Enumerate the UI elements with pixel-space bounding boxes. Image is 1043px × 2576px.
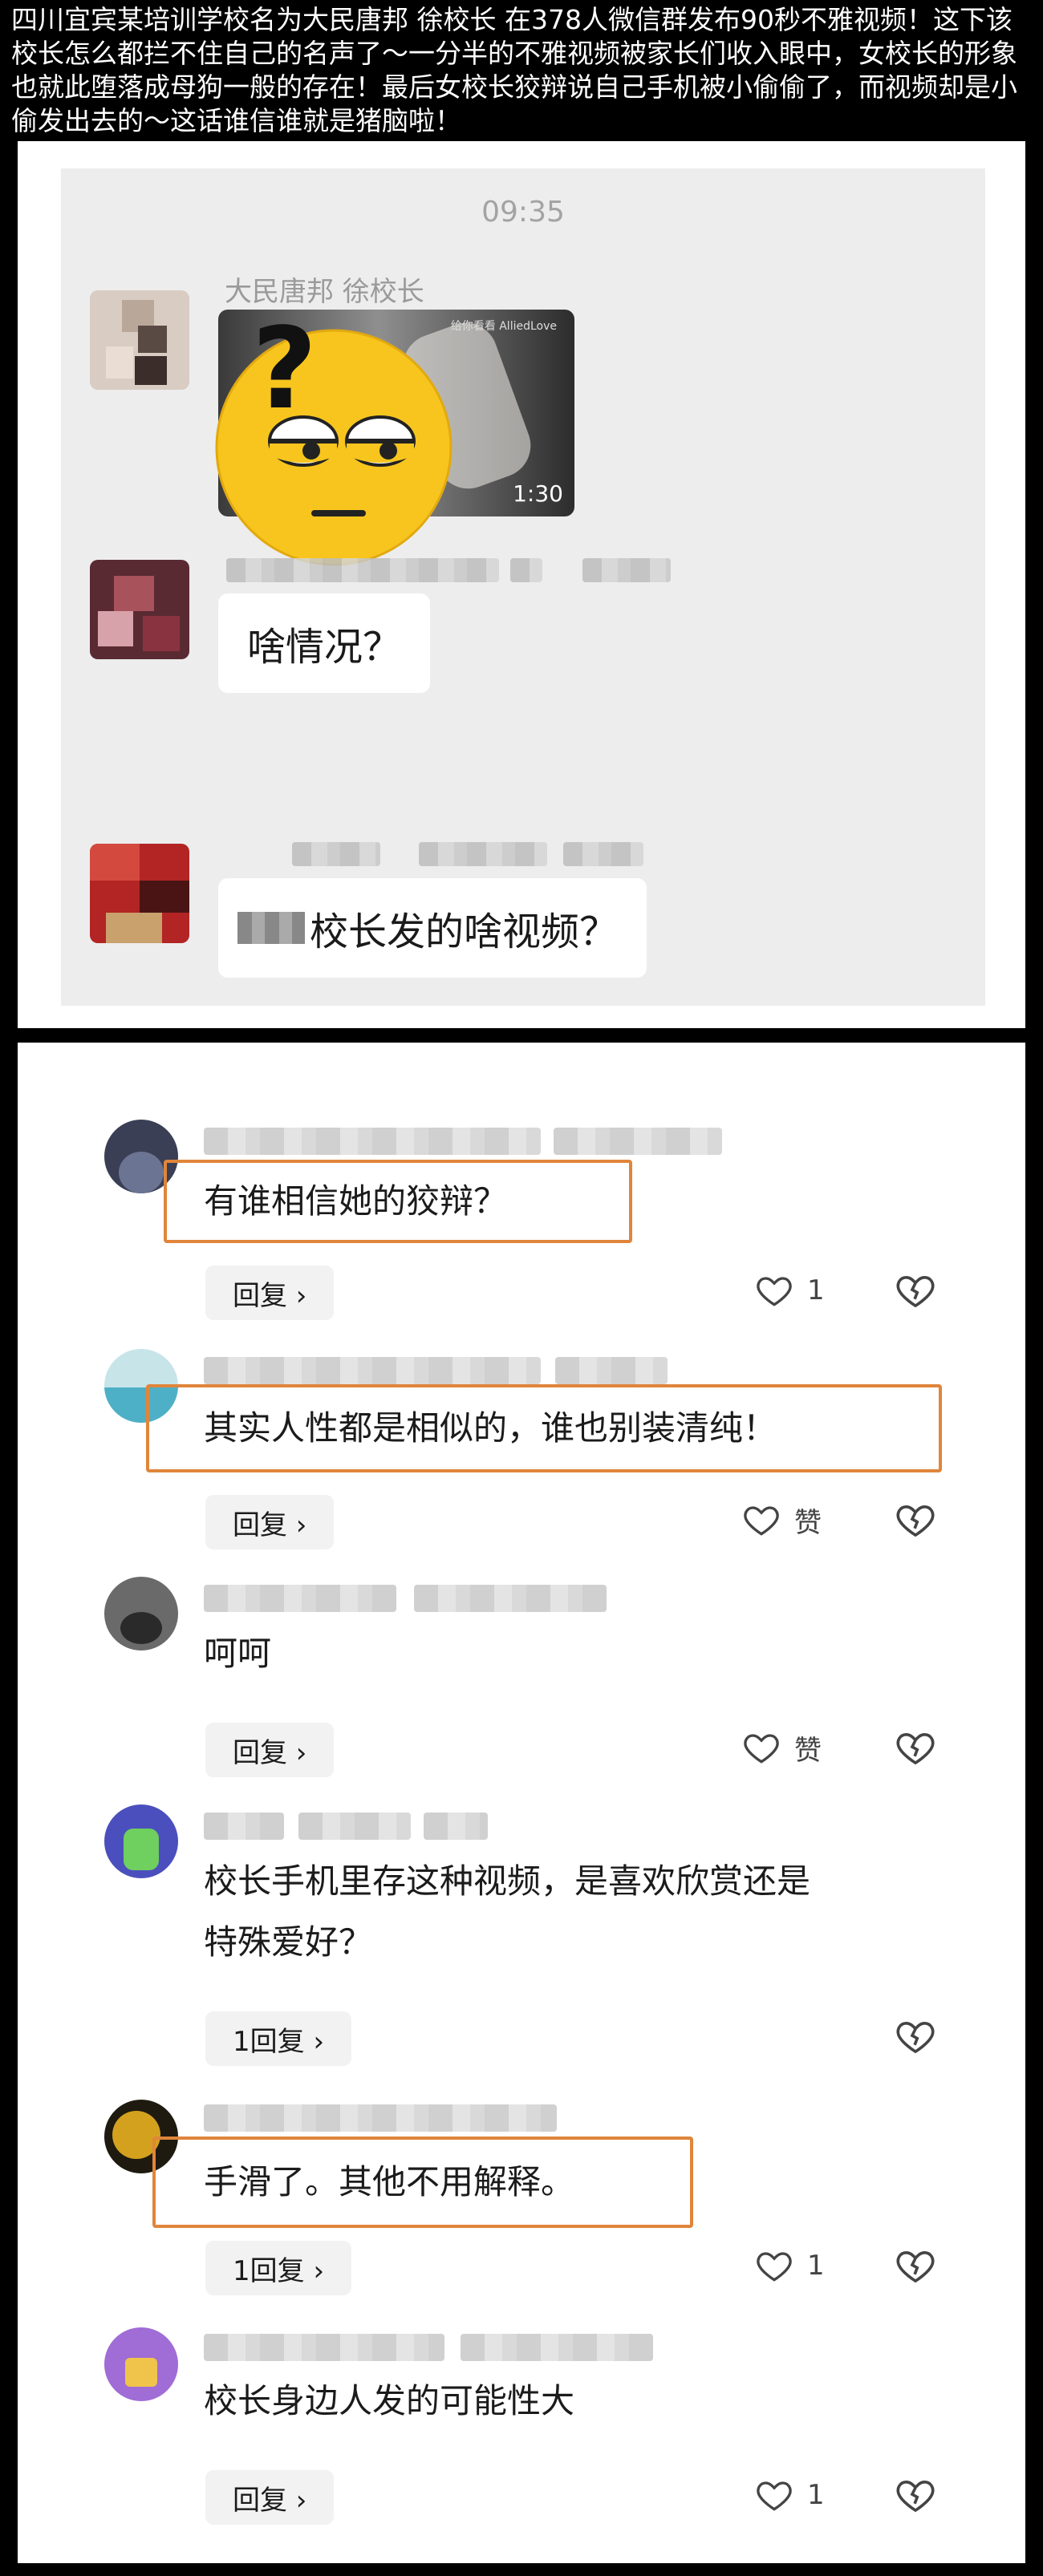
chat-bubble-text: 校长发的啥视频？ [310, 909, 619, 954]
blurred-username [554, 1128, 722, 1155]
blurred-username [414, 1585, 607, 1612]
reply-button[interactable]: 回复 › [205, 1495, 335, 1549]
comment-text: 其实人性都是相似的，谁也别装清纯！ [204, 1408, 777, 1448]
blurred-username [555, 1357, 668, 1384]
question-mark-emoji-icon: ? [215, 313, 453, 566]
like-count: 赞 [794, 1506, 822, 1539]
comment-text: 手滑了。其他不用解释。 [204, 2162, 575, 2201]
broken-heart-icon[interactable] [894, 1726, 937, 1769]
blurred-name [237, 912, 305, 944]
blurred-username [298, 1813, 411, 1840]
reply-button[interactable]: 回复 › [205, 1266, 335, 1320]
broken-heart-icon[interactable] [894, 2015, 937, 2058]
reply-button[interactable]: 1回复 › [205, 2011, 352, 2066]
reply-button[interactable]: 回复 › [205, 2470, 335, 2525]
broken-heart-icon[interactable] [894, 1498, 937, 1541]
chat-bubble: 校长发的啥视频？ [218, 878, 647, 978]
blurred-sender-name [563, 842, 643, 866]
comment-text: 呵呵 [204, 1634, 272, 1673]
chat-screenshot-panel: 09:35 大民唐邦 徐校长 给你看看 AlliedLove 1:30 ? 啥情… [18, 141, 1025, 1028]
blurred-username [204, 1813, 284, 1840]
broken-heart-icon[interactable] [894, 2244, 937, 2287]
sender-name: 大民唐邦 徐校长 [225, 276, 424, 308]
broken-heart-icon[interactable] [894, 1269, 937, 1312]
blurred-sender-name [510, 558, 542, 582]
blurred-username [204, 2104, 557, 2132]
like-button[interactable]: 赞 [741, 1500, 822, 1540]
comment-text: 校长手机里存这种视频，是喜欢欣赏还是 [204, 1861, 811, 1901]
heart-icon [744, 1506, 779, 1536]
avatar [90, 844, 189, 943]
video-duration: 1:30 [513, 480, 563, 507]
like-count: 赞 [794, 1734, 822, 1767]
commenter-avatar [104, 1577, 178, 1651]
like-count: 1 [807, 1274, 825, 1306]
comment-text: 校长身边人发的可能性大 [204, 2381, 575, 2420]
blurred-sender-name [292, 842, 380, 866]
blurred-sender-name [226, 558, 499, 582]
like-button[interactable]: 赞 [741, 1727, 822, 1768]
chat-window: 09:35 大民唐邦 徐校长 给你看看 AlliedLove 1:30 ? 啥情… [61, 168, 985, 1006]
headline: 四川宜宾某培训学校名为大民唐邦 徐校长 在378人微信群发布90秒不雅视频！这下… [11, 4, 1017, 136]
video-caption: 给你看看 AlliedLove [450, 320, 557, 333]
blurred-username [461, 2334, 653, 2361]
chat-time: 09:35 [481, 196, 565, 229]
commenter-avatar [104, 1804, 178, 1878]
blurred-username [204, 1128, 541, 1155]
blurred-username [204, 2334, 444, 2361]
heart-icon [757, 2252, 792, 2282]
broken-heart-icon[interactable] [894, 2473, 937, 2517]
comment-text: 有谁相信她的狡辩？ [204, 1181, 508, 1221]
heart-icon [744, 1734, 779, 1764]
blurred-username [204, 1585, 396, 1612]
chat-bubble: 啥情况？ [218, 593, 431, 693]
like-count: 1 [807, 2250, 825, 2282]
like-count: 1 [807, 2479, 825, 2511]
heart-icon [757, 2481, 792, 2511]
commenter-avatar [104, 2327, 178, 2401]
blurred-sender-name [582, 558, 671, 582]
blurred-username [204, 1357, 541, 1384]
reply-button[interactable]: 1回复 › [205, 2241, 352, 2295]
blurred-sender-name [419, 842, 547, 866]
like-button[interactable]: 1 [754, 2246, 825, 2286]
blurred-username [424, 1813, 488, 1840]
heart-icon [757, 1277, 792, 1306]
avatar [90, 560, 189, 659]
like-button[interactable]: 1 [754, 2475, 825, 2515]
avatar [90, 290, 189, 390]
reply-button[interactable]: 回复 › [205, 1723, 335, 1777]
comments-panel: 有谁相信她的狡辩？ 回复 › 1 其实人性都是相似的，谁也别装清纯！ 回复 › … [18, 1043, 1025, 2563]
comment-text: 特殊爱好？ [204, 1922, 373, 1962]
like-button[interactable]: 1 [754, 1270, 825, 1310]
